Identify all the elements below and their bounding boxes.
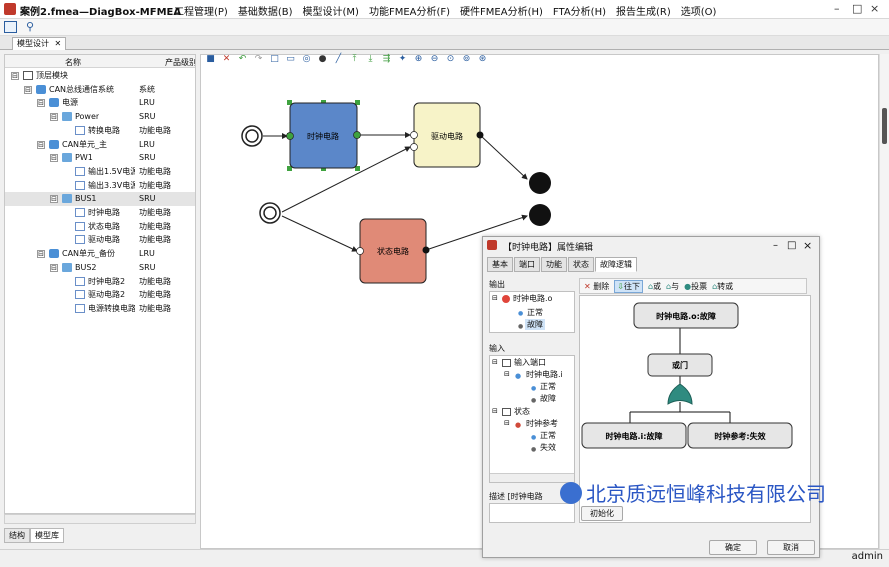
input-item-normal[interactable]: 正常 xyxy=(540,381,556,392)
company-watermark: 北京质远恒峰科技有限公司 xyxy=(560,478,826,507)
property-dialog: 【时钟电路】属性编辑 – □ × 基本 端口 功能 状态 故障逻辑 输出 ⊟ 时… xyxy=(482,236,820,558)
and-gate-button[interactable]: ⌂与 xyxy=(666,281,679,292)
tab-function[interactable]: 功能 xyxy=(541,257,567,272)
input-item-ref-fail[interactable]: 失效 xyxy=(540,442,556,453)
port-state-in[interactable] xyxy=(356,247,364,255)
dialog-close-button[interactable]: × xyxy=(803,239,812,252)
and-gate-label: 与 xyxy=(671,281,680,291)
move-down-button[interactable]: ⇩往下 xyxy=(614,279,643,293)
cancel-button[interactable]: 取消 xyxy=(767,540,815,555)
scroll-thumb[interactable] xyxy=(882,108,887,144)
block-clock-label: 时钟电路 xyxy=(307,131,339,141)
vote-gate-label: 投票 xyxy=(691,281,708,291)
ref-fail-dot-icon: ● xyxy=(531,446,537,453)
delete-node-label: 删除 xyxy=(593,281,610,291)
output-item-port[interactable]: 时钟电路.o xyxy=(513,293,552,304)
input-sub-expand-icon[interactable]: ⊟ xyxy=(504,370,510,378)
dialog-tabs: 基本 端口 功能 状态 故障逻辑 xyxy=(487,257,638,272)
dialog-maximize-button[interactable]: □ xyxy=(787,240,796,251)
input-tree: ⊟ 输入端口 ⊟ ● 时钟电路.i ● 正常 ● 故障 ⊟ 状态 ⊟ ● 时钟参… xyxy=(489,355,575,483)
ft-child-event-1-label: 时钟电路.i:故障 xyxy=(606,431,663,441)
end-node-1[interactable] xyxy=(529,172,551,194)
delete-node-icon: ✕ xyxy=(584,281,591,291)
input-item-clock-ref[interactable]: 时钟参考 xyxy=(526,418,558,429)
dialog-minimize-button[interactable]: – xyxy=(773,240,778,251)
port-state-out[interactable] xyxy=(422,246,430,254)
fault-tree-toolbar: ✕ 删除 ⇩往下 ⌂或 ⌂与 ●投票 ⌂转或 xyxy=(579,278,807,294)
output-item-normal[interactable]: 正常 xyxy=(527,307,543,318)
output-port-icon xyxy=(502,295,510,303)
input-item-clock-i[interactable]: 时钟电路.i xyxy=(526,369,563,380)
input-port-folder-icon xyxy=(502,359,511,367)
input-expand-icon[interactable]: ⊟ xyxy=(492,358,498,366)
or-gate-button[interactable]: ⌂或 xyxy=(648,281,661,292)
convert-or-button[interactable]: ⌂转或 xyxy=(712,281,733,292)
ok-button[interactable]: 确定 xyxy=(709,540,757,555)
vote-gate-button[interactable]: ●投票 xyxy=(684,281,707,292)
port-drive-in-1[interactable] xyxy=(410,131,418,139)
input-group-label: 输入 xyxy=(489,344,505,353)
output-tree: ⊟ 时钟电路.o ● 正常 ● 故障 xyxy=(489,291,575,333)
watermark-text: 北京质远恒峰科技有限公司 xyxy=(586,482,826,506)
port-drive-in-2[interactable] xyxy=(410,143,418,151)
input-port-dot-icon: ● xyxy=(515,372,522,380)
start-node-2-inner xyxy=(263,206,277,220)
input-fault-dot-icon: ● xyxy=(531,397,537,404)
block-drive-label: 驱动电路 xyxy=(431,131,463,141)
block-state-label: 状态电路 xyxy=(377,246,409,256)
state-expand-icon[interactable]: ⊟ xyxy=(492,407,498,415)
ref-normal-dot-icon: ● xyxy=(531,434,537,441)
output-fault-dot-icon: ● xyxy=(518,323,524,330)
delete-node-button[interactable]: ✕ 删除 xyxy=(584,281,609,292)
ref-expand-icon[interactable]: ⊟ xyxy=(504,419,510,427)
convert-or-label: 转或 xyxy=(717,281,734,291)
dialog-title: 【时钟电路】属性编辑 xyxy=(503,243,594,253)
company-logo-icon xyxy=(560,481,582,504)
port-clock-out[interactable] xyxy=(353,131,361,139)
ref-state-icon: ● xyxy=(515,421,522,429)
output-item-fault[interactable]: 故障 xyxy=(525,319,545,330)
port-drive-out[interactable] xyxy=(476,131,484,139)
port-clock-in[interactable] xyxy=(286,132,294,140)
ft-top-event-label: 时钟电路.o:故障 xyxy=(656,311,716,321)
tab-fault-logic[interactable]: 故障逻辑 xyxy=(595,257,637,272)
tab-basic[interactable]: 基本 xyxy=(487,257,513,272)
move-down-label: 往下 xyxy=(623,281,640,291)
output-expand-icon[interactable]: ⊟ xyxy=(492,294,498,302)
description-label: 描述 [时钟电路 xyxy=(489,492,543,501)
input-item-fault[interactable]: 故障 xyxy=(540,393,556,404)
input-normal-dot-icon: ● xyxy=(531,385,537,392)
initialize-button[interactable]: 初始化 xyxy=(581,506,623,521)
or-gate-symbol-icon xyxy=(667,383,693,405)
end-node-2[interactable] xyxy=(529,204,551,226)
ft-child-event-2-label: 时钟参考:失效 xyxy=(714,431,765,441)
ft-or-gate-label: 或门 xyxy=(672,360,688,370)
status-user: admin xyxy=(851,551,883,562)
connector-drive-end1 xyxy=(479,134,528,180)
input-item-ports[interactable]: 输入端口 xyxy=(514,357,546,368)
or-gate-label: 或 xyxy=(653,281,662,291)
tab-port[interactable]: 端口 xyxy=(514,257,540,272)
connector-start2-state xyxy=(281,215,358,252)
start-node-1-inner xyxy=(245,129,259,143)
tab-state[interactable]: 状态 xyxy=(568,257,594,272)
dialog-icon xyxy=(487,240,497,250)
state-folder-icon xyxy=(502,408,511,416)
input-item-ref-normal[interactable]: 正常 xyxy=(540,430,556,441)
output-group-label: 输出 xyxy=(489,280,505,289)
move-down-icon: ⇩ xyxy=(617,281,624,291)
input-item-state[interactable]: 状态 xyxy=(514,406,530,417)
canvas-vertical-scrollbar[interactable] xyxy=(879,54,889,549)
output-normal-dot-icon: ● xyxy=(518,310,524,317)
